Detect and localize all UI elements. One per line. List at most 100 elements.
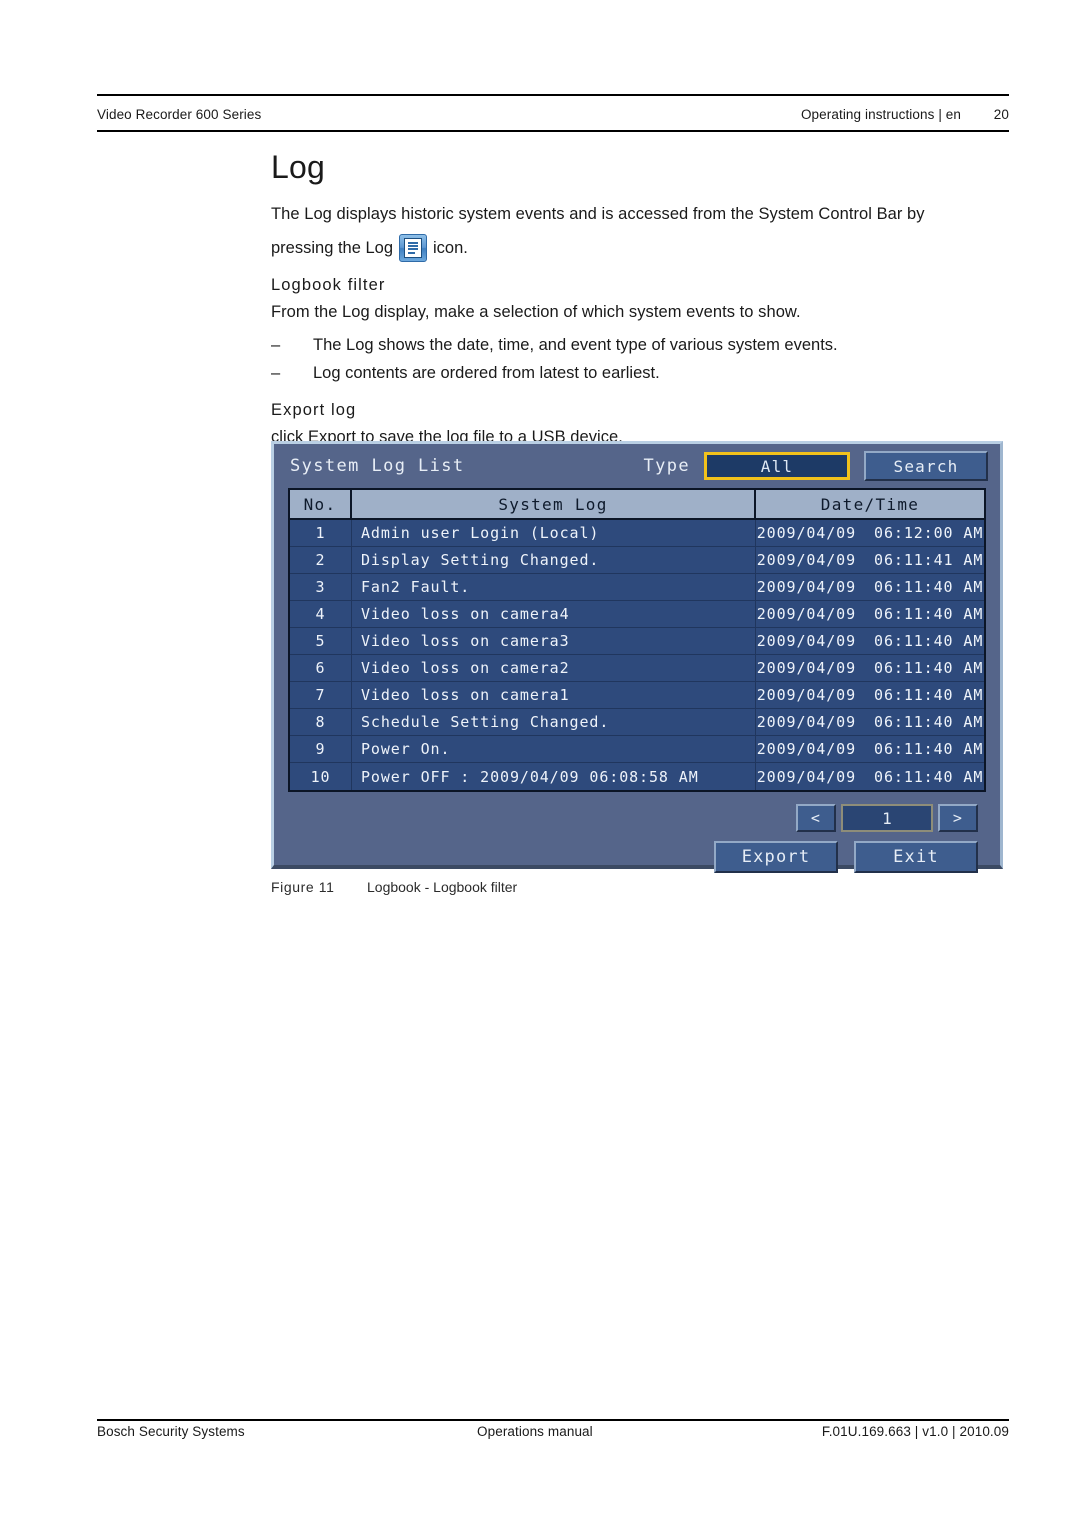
type-filter-label: Type <box>643 456 690 476</box>
figure-caption-text: Logbook - Logbook filter <box>367 879 518 895</box>
cell-date: 2009/04/09 <box>756 551 857 569</box>
cell-time: 06:11:41 AM <box>874 551 984 569</box>
list-item: – The Log shows the date, time, and even… <box>271 332 1009 359</box>
cell-system-log: Power OFF : 2009/04/09 06:08:58 AM <box>352 763 756 790</box>
header-page-number: 20 <box>993 106 1009 122</box>
cell-no: 6 <box>290 655 352 681</box>
cell-no: 1 <box>290 520 352 546</box>
pagination-prev-button[interactable]: < <box>796 804 836 832</box>
table-row[interactable]: 1 Admin user Login (Local) 2009/04/09 06:12… <box>290 520 984 547</box>
cell-datetime: 2009/04/09 06:11:40 AM <box>756 628 984 654</box>
table-header-row: No. System Log Date/Time <box>290 490 984 520</box>
footer-company: Bosch Security Systems <box>97 1424 245 1439</box>
cell-time: 06:11:40 AM <box>874 740 984 758</box>
cell-no: 5 <box>290 628 352 654</box>
cell-datetime: 2009/04/09 06:11:40 AM <box>756 601 984 627</box>
list-item-label: Log contents are ordered from latest to … <box>313 364 660 383</box>
cell-datetime: 2009/04/09 06:11:40 AM <box>756 709 984 735</box>
export-button[interactable]: Export <box>714 841 838 873</box>
pagination-next-button[interactable]: > <box>938 804 978 832</box>
table-row[interactable]: 7 Video loss on camera1 2009/04/09 06:11:40… <box>290 682 984 709</box>
table-row[interactable]: 5 Video loss on camera3 2009/04/09 06:11:40… <box>290 628 984 655</box>
cell-system-log: Video loss on camera2 <box>352 655 756 681</box>
dialog-title: System Log List <box>290 456 465 476</box>
table-row[interactable]: 10 Power OFF : 2009/04/09 06:08:58 AM 2009… <box>290 763 984 790</box>
cell-time: 06:12:00 AM <box>874 524 984 542</box>
log-icon-line <box>408 245 419 248</box>
figure-logbook-screenshot: System Log List Type All Search No. Syst… <box>271 441 1009 873</box>
cell-date: 2009/04/09 <box>756 686 857 704</box>
log-icon-line <box>408 248 419 251</box>
cell-no: 8 <box>290 709 352 735</box>
cell-time: 06:11:40 AM <box>874 605 984 623</box>
figure-caption: Figure 11 Logbook - Logbook filter <box>271 879 517 895</box>
cell-system-log: Video loss on camera1 <box>352 682 756 708</box>
log-list-icon <box>399 233 428 262</box>
cell-time: 06:11:40 AM <box>874 659 984 677</box>
cell-datetime: 2009/04/09 06:11:40 AM <box>756 736 984 762</box>
cell-system-log: Video loss on camera4 <box>352 601 756 627</box>
table-row[interactable]: 6 Video loss on camera2 2009/04/09 06:11:40… <box>290 655 984 682</box>
table-row[interactable]: 8 Schedule Setting Changed. 2009/04/09 06:1… <box>290 709 984 736</box>
cell-time: 06:11:40 AM <box>874 686 984 704</box>
cell-datetime: 2009/04/09 06:11:40 AM <box>756 655 984 681</box>
type-filter-select[interactable]: All <box>704 452 850 480</box>
cell-datetime: 2009/04/09 06:11:41 AM <box>756 547 984 573</box>
pagination-current-page[interactable]: 1 <box>841 804 933 832</box>
log-icon-sheet <box>404 237 423 258</box>
logbook-filter-description: From the Log display, make a selection o… <box>271 302 801 321</box>
table-row[interactable]: 4 Video loss on camera4 2009/04/09 06:11:40… <box>290 601 984 628</box>
footer-doc-id: F.01U.169.663 | v1.0 | 2010.09 <box>821 1424 1009 1439</box>
cell-system-log: Power On. <box>352 736 756 762</box>
table-row[interactable]: 3 Fan2 Fault. 2009/04/09 06:11:40 AM <box>290 574 984 601</box>
cell-time: 06:11:40 AM <box>874 713 984 731</box>
header-rule-top <box>97 94 1009 96</box>
cell-datetime: 2009/04/09 06:11:40 AM <box>756 763 984 790</box>
dialog-action-buttons: Export Exit <box>274 841 978 873</box>
table-row[interactable]: 2 Display Setting Changed. 2009/04/09 06:11… <box>290 547 984 574</box>
subheading-export-log: Export log <box>271 401 357 420</box>
header-right-group: Operating instructions | en 20 <box>801 107 1009 122</box>
dash-marker: – <box>271 335 281 354</box>
list-item: – Log contents are ordered from latest t… <box>271 360 1009 387</box>
intro-paragraph-line1: The Log displays historic system events … <box>271 205 925 224</box>
log-icon-line <box>408 242 419 245</box>
exit-button[interactable]: Exit <box>854 841 978 873</box>
document-page: Video Recorder 600 Series Operating inst… <box>0 0 1080 1527</box>
pagination-controls: < 1 > <box>274 804 978 832</box>
cell-date: 2009/04/09 <box>756 632 857 650</box>
system-log-list-dialog: System Log List Type All Search No. Syst… <box>271 441 1003 873</box>
dash-marker: – <box>271 364 281 383</box>
list-item-label: The Log shows the date, time, and event … <box>313 335 838 354</box>
cell-system-log: Schedule Setting Changed. <box>352 709 756 735</box>
cell-no: 4 <box>290 601 352 627</box>
intro-paragraph-line2: pressing the Log icon. <box>271 233 1009 262</box>
footer-rule <box>97 1419 1009 1421</box>
table-body: 1 Admin user Login (Local) 2009/04/09 06:12… <box>290 520 984 790</box>
cell-no: 7 <box>290 682 352 708</box>
pagination-current-page-label: 1 <box>882 808 892 828</box>
dialog-titlebar: System Log List Type All Search <box>274 444 1000 488</box>
cell-no: 9 <box>290 736 352 762</box>
intro-text-before-icon: pressing the Log <box>271 238 394 257</box>
cell-date: 2009/04/09 <box>756 578 857 596</box>
cell-system-log: Admin user Login (Local) <box>352 520 756 546</box>
table-row[interactable]: 9 Power On. 2009/04/09 06:11:40 AM <box>290 736 984 763</box>
running-header: Video Recorder 600 Series Operating inst… <box>97 100 1009 128</box>
header-rule-bottom <box>97 130 1009 132</box>
main-content: Log The Log displays historic system eve… <box>271 149 1009 457</box>
export-button-label: Export <box>741 847 811 867</box>
search-button[interactable]: Search <box>864 451 988 481</box>
column-header-no: No. <box>290 490 352 518</box>
cell-no: 3 <box>290 574 352 600</box>
page-footer: Bosch Security Systems Operations manual… <box>97 1424 1009 1448</box>
cell-no: 2 <box>290 547 352 573</box>
column-header-system-log: System Log <box>352 490 756 518</box>
cell-date: 2009/04/09 <box>756 659 857 677</box>
type-filter-value: All <box>760 456 794 476</box>
system-log-table: No. System Log Date/Time 1 Admin user Log… <box>288 488 986 792</box>
pagination-prev-label: < <box>810 809 822 827</box>
footer-doc-type: Operations manual <box>477 1424 593 1439</box>
cell-date: 2009/04/09 <box>756 767 857 786</box>
cell-date: 2009/04/09 <box>756 740 857 758</box>
